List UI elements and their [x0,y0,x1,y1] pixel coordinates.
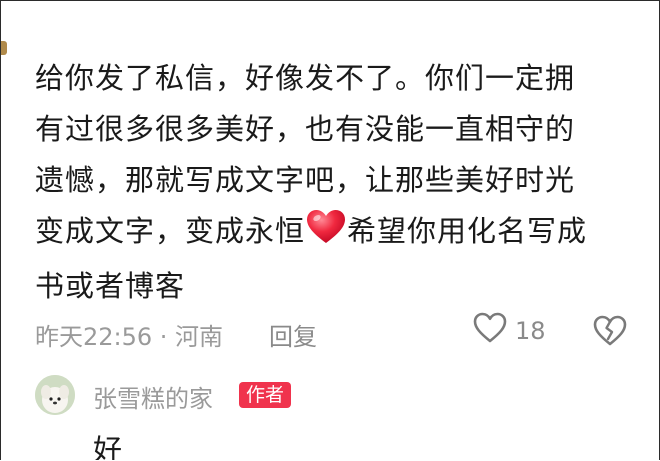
reply-text: 好 [93,433,123,460]
comment-line: 给你发了私信，好像发不了。你们一定拥 [35,61,576,95]
comment-line: 遗憾，那就写成文字吧，让那些美好时光 [35,163,576,197]
red-heart-icon [306,209,346,261]
comment-text: 给你发了私信，好像发不了。你们一定拥 有过很多很多美好，也有没能一直相守的 遗憾… [35,53,635,312]
reply-item: 张雪糕的家 作者 好 [35,375,635,460]
comment-time-location: 昨天22:56 · 河南 [35,323,224,351]
edge-indicator [1,41,7,55]
heart-outline-icon [473,312,507,350]
comment-line-with-emoji: 变成文字，变成永恒 希望你用化名写成 [35,206,635,261]
comment-line: 书或者博客 [35,269,186,303]
comment-line: 有过很多很多美好，也有没能一直相守的 [35,112,576,146]
avatar[interactable] [35,375,75,415]
comment-thread: 给你发了私信，好像发不了。你们一定拥 有过很多很多美好，也有没能一直相守的 遗憾… [0,0,660,460]
like-button[interactable]: 18 [473,311,546,351]
reply-author-name[interactable]: 张雪糕的家 [93,379,213,414]
comment-meta: 昨天22:56 · 河南 回复 18 [35,311,635,351]
dislike-button[interactable] [593,311,627,357]
comment-line-part: 变成文字，变成永恒 [35,214,306,248]
author-badge: 作者 [239,382,292,408]
broken-heart-icon [593,315,627,357]
comment-line-part: 希望你用化名写成 [347,214,588,248]
reply-button[interactable]: 回复 [269,317,317,352]
like-count: 18 [515,317,546,345]
